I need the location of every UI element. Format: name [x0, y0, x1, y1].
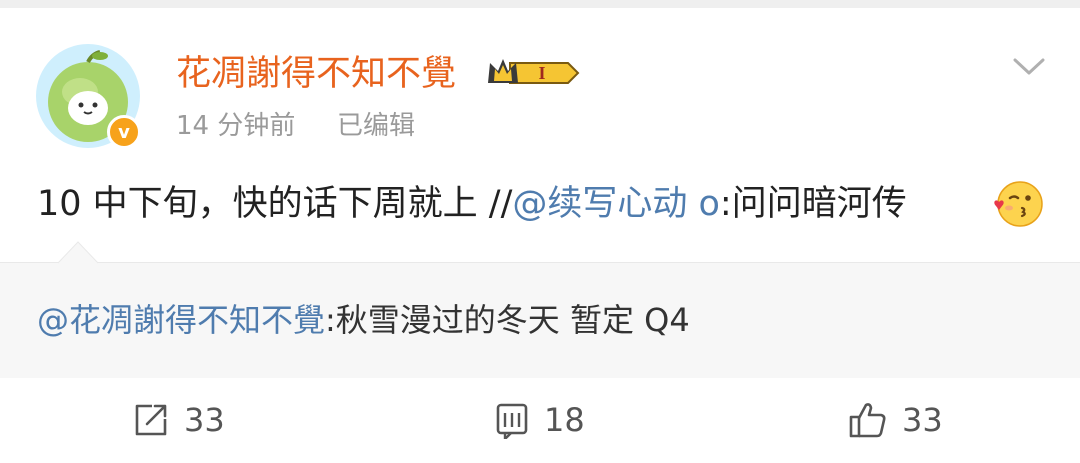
post-time: 14 分钟前	[176, 111, 296, 141]
comment-count: 18	[544, 401, 585, 439]
repost-icon	[135, 404, 167, 436]
edited-label[interactable]: 已编辑	[337, 108, 415, 144]
post-suffix: :问问暗河传	[719, 184, 907, 224]
verified-icon: v	[107, 115, 141, 149]
post-content: 10 中下旬，快的话下周就上 //@续写心动 o:问问暗河传	[37, 178, 907, 230]
repost-button[interactable]: 33	[132, 398, 225, 442]
quoted-body: :秋雪漫过的冬天 暂定 Q4	[325, 301, 690, 339]
author-name[interactable]: 花凋謝得不知不覺	[176, 52, 456, 96]
like-icon	[849, 403, 886, 438]
comment-button[interactable]: 18	[494, 398, 585, 442]
kiss-emoji-icon	[990, 178, 1044, 234]
repost-count: 33	[184, 401, 225, 439]
like-button[interactable]: 33	[848, 398, 943, 442]
crown-level-icon[interactable]: I	[486, 55, 582, 95]
post-text: 10 中下旬，快的话下周就上 //	[37, 184, 513, 224]
top-separator	[0, 0, 1080, 8]
quoted-text: @花凋謝得不知不覺:秋雪漫过的冬天 暂定 Q4	[37, 296, 690, 344]
mention-link[interactable]: @续写心动 o	[512, 184, 720, 224]
comment-icon	[496, 403, 528, 439]
like-count: 33	[902, 401, 943, 439]
level-text: I	[538, 63, 545, 83]
chevron-down-icon[interactable]	[1012, 56, 1046, 82]
quoted-author-mention[interactable]: @花凋謝得不知不覺	[37, 301, 325, 339]
quote-notch	[57, 240, 99, 268]
